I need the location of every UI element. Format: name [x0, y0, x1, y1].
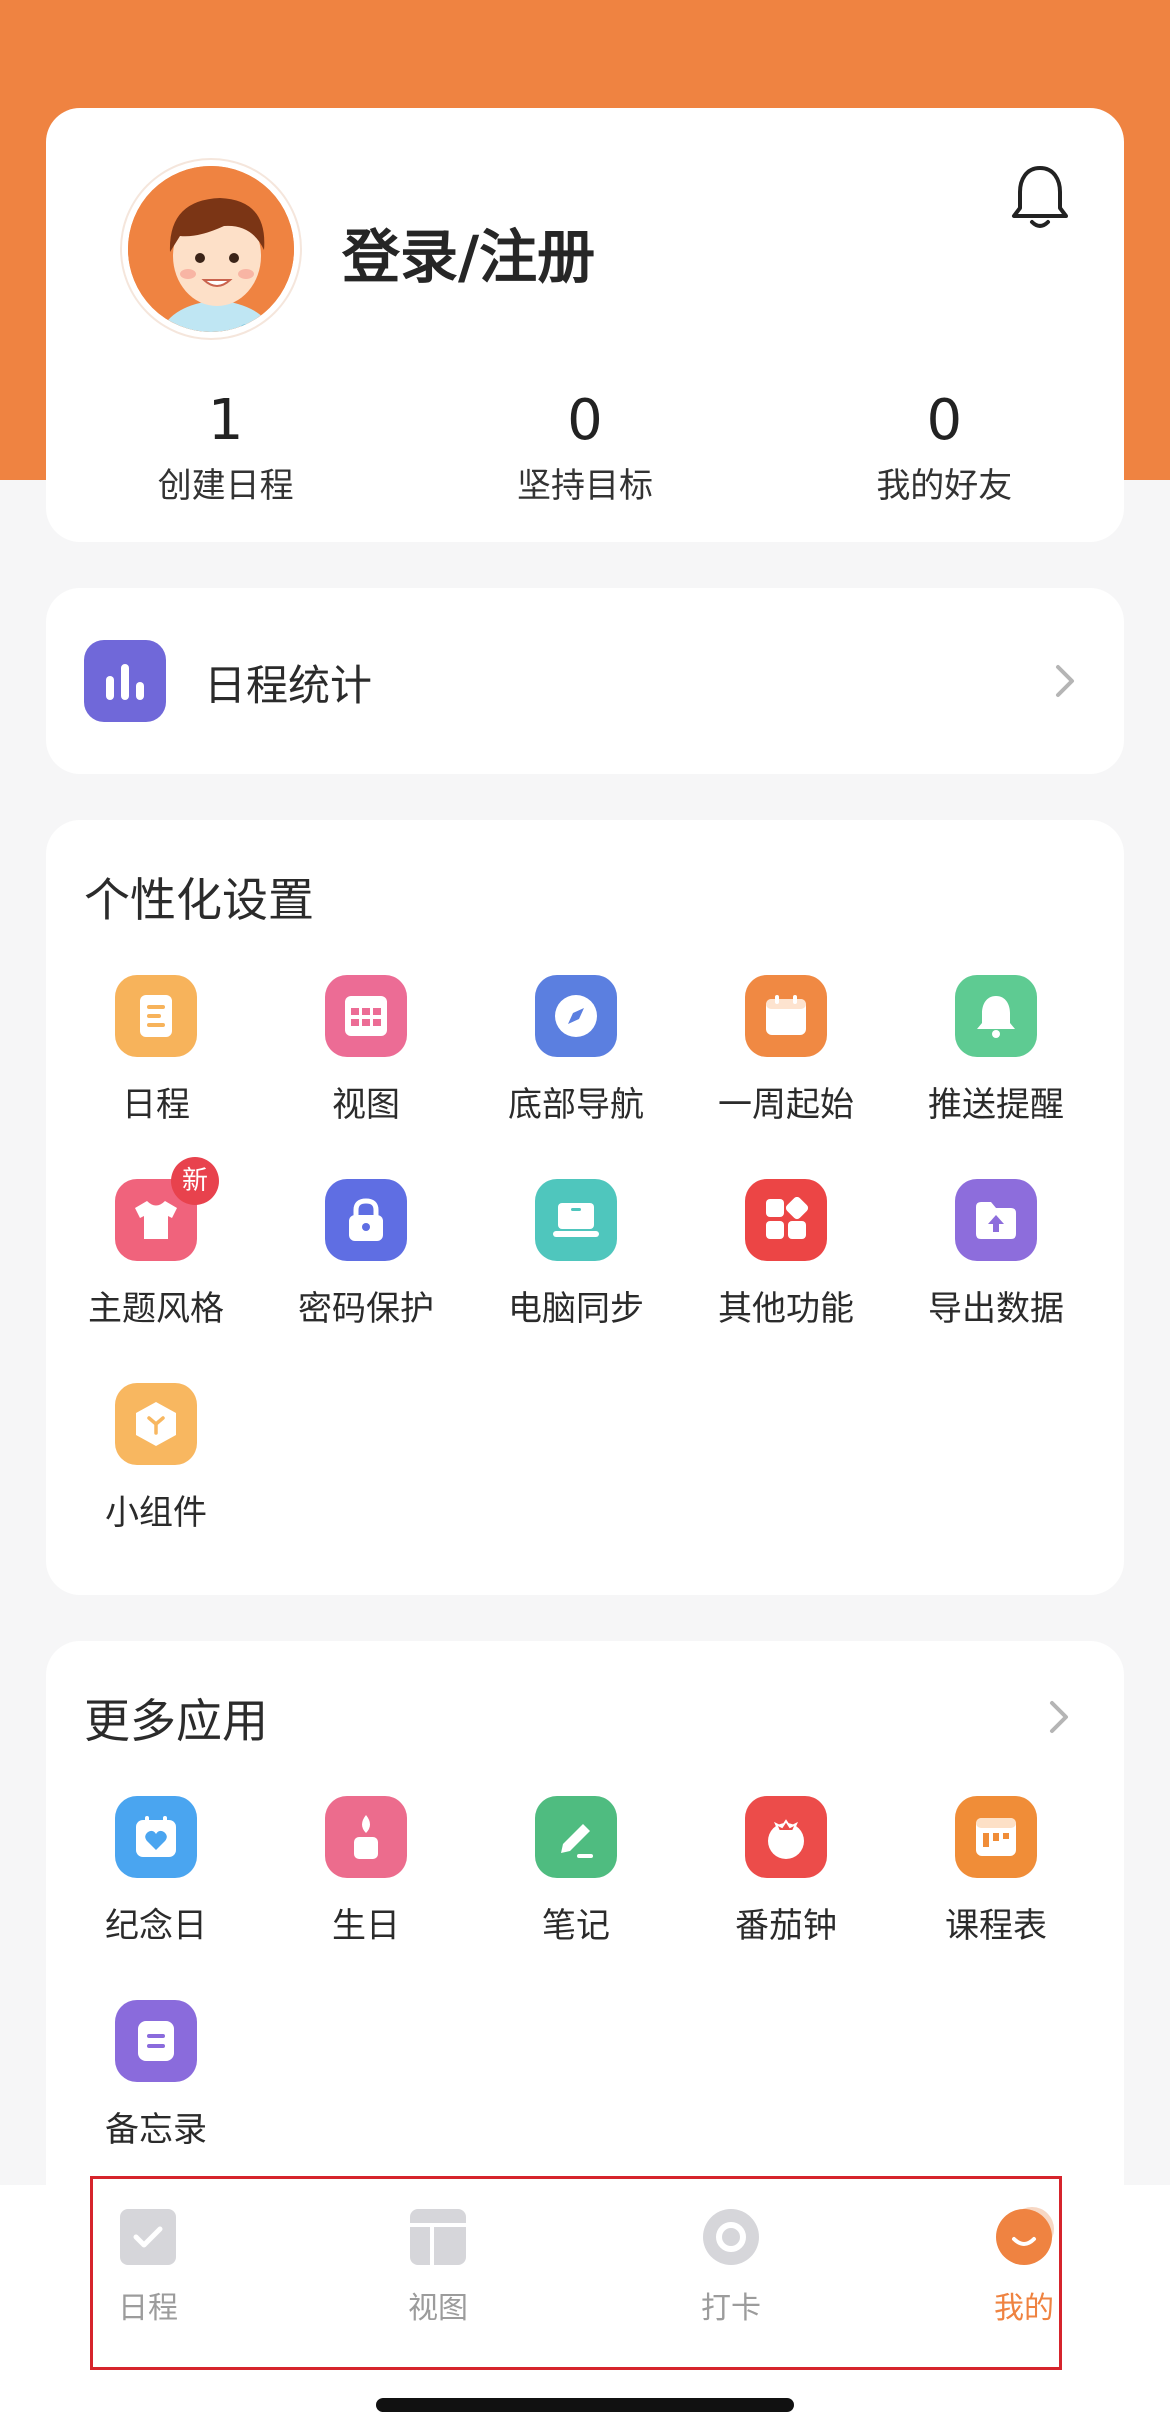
app-memo[interactable]: 备忘录: [51, 2000, 261, 2151]
tomato-icon: [745, 1796, 827, 1878]
setting-theme[interactable]: 新 主题风格: [51, 1157, 261, 1330]
anniversary-icon: [115, 1796, 197, 1878]
home-indicator[interactable]: [376, 2398, 794, 2412]
stat-created-schedules[interactable]: 1 创建日程: [46, 388, 405, 507]
app-anniversary[interactable]: 纪念日: [51, 1796, 261, 1947]
new-badge: 新: [171, 1157, 219, 1205]
item-label: 番茄钟: [735, 1906, 837, 1946]
avatar-icon: [128, 166, 294, 332]
profile-stats: 1 创建日程 0 坚持目标 0 我的好友: [46, 388, 1124, 507]
profile-card: 登录/注册 1 创建日程 0 坚持目标 0 我的好友: [46, 108, 1124, 542]
tab-bar-highlight-box: [90, 2176, 1062, 2370]
item-label: 课程表: [945, 1906, 1047, 1946]
view-grid-icon: [325, 975, 407, 1057]
item-label: 密码保护: [298, 1289, 434, 1329]
item-label: 导出数据: [928, 1289, 1064, 1329]
widget-icon: [115, 1383, 197, 1465]
item-label: 主题风格: [88, 1289, 224, 1329]
setting-pc-sync[interactable]: 电脑同步: [471, 1179, 681, 1330]
setting-push-reminder[interactable]: 推送提醒: [891, 975, 1101, 1126]
stat-value: 0: [567, 388, 603, 453]
item-label: 备忘录: [105, 2110, 207, 2150]
bar-chart-icon: [84, 640, 166, 722]
section-title: 更多应用: [84, 1694, 268, 1748]
laptop-icon: [535, 1179, 617, 1261]
setting-password[interactable]: 密码保护: [261, 1179, 471, 1330]
item-label: 其他功能: [718, 1289, 854, 1329]
item-label: 纪念日: [105, 1906, 207, 1946]
stat-label: 创建日程: [157, 466, 294, 506]
pencil-icon: [535, 1796, 617, 1878]
stat-label: 坚持目标: [516, 466, 653, 506]
birthday-candle-icon: [325, 1796, 407, 1878]
item-label: 电脑同步: [508, 1289, 644, 1329]
personalization-card: 个性化设置 日程 视图 底部导航 一周起始 推送提醒 新 主题风格 密码保护 电…: [46, 820, 1124, 1595]
stat-goals[interactable]: 0 坚持目标: [405, 388, 764, 507]
chevron-right-icon[interactable]: [1044, 1697, 1074, 1737]
timetable-icon: [955, 1796, 1037, 1878]
more-apps-card: 更多应用 纪念日 生日 笔记 番茄钟 课程表 备忘录: [46, 1641, 1124, 2261]
stat-label: 我的好友: [876, 466, 1013, 506]
app-timetable[interactable]: 课程表: [891, 1796, 1101, 1947]
item-label: 视图: [332, 1085, 400, 1125]
chevron-right-icon: [1056, 665, 1074, 697]
item-label: 小组件: [105, 1493, 207, 1533]
lock-icon: [325, 1179, 407, 1261]
compass-icon: [535, 975, 617, 1057]
notification-bell-icon[interactable]: [1008, 162, 1072, 234]
memo-icon: [115, 2000, 197, 2082]
bell-icon: [955, 975, 1037, 1057]
app-notes[interactable]: 笔记: [471, 1796, 681, 1947]
setting-bottom-nav[interactable]: 底部导航: [471, 975, 681, 1126]
setting-other-functions[interactable]: 其他功能: [681, 1179, 891, 1330]
item-label: 底部导航: [508, 1085, 644, 1125]
apps-icon: [745, 1179, 827, 1261]
schedule-stats-row[interactable]: 日程统计: [46, 588, 1124, 774]
stat-value: 0: [926, 388, 963, 453]
app-birthday[interactable]: 生日: [261, 1796, 471, 1947]
item-label: 一周起始: [718, 1085, 854, 1125]
avatar[interactable]: [122, 160, 300, 338]
app-pomodoro[interactable]: 番茄钟: [681, 1796, 891, 1947]
folder-upload-icon: [955, 1179, 1037, 1261]
setting-schedule[interactable]: 日程: [51, 975, 261, 1126]
item-label: 笔记: [542, 1906, 610, 1946]
login-register-link[interactable]: 登录/注册: [342, 210, 595, 294]
schedule-stats-label: 日程统计: [204, 661, 373, 710]
tshirt-icon: 新: [115, 1157, 219, 1261]
stat-friends[interactable]: 0 我的好友: [765, 388, 1124, 507]
setting-view[interactable]: 视图: [261, 975, 471, 1126]
item-label: 推送提醒: [928, 1085, 1064, 1125]
item-label: 生日: [332, 1906, 400, 1946]
setting-week-start[interactable]: 一周起始: [681, 975, 891, 1126]
setting-export-data[interactable]: 导出数据: [891, 1179, 1101, 1330]
section-title: 个性化设置: [84, 873, 314, 927]
schedule-icon: [115, 975, 197, 1057]
setting-widget[interactable]: 小组件: [51, 1383, 261, 1534]
item-label: 日程: [122, 1085, 190, 1125]
stat-value: 1: [207, 388, 244, 453]
calendar-icon: [745, 975, 827, 1057]
